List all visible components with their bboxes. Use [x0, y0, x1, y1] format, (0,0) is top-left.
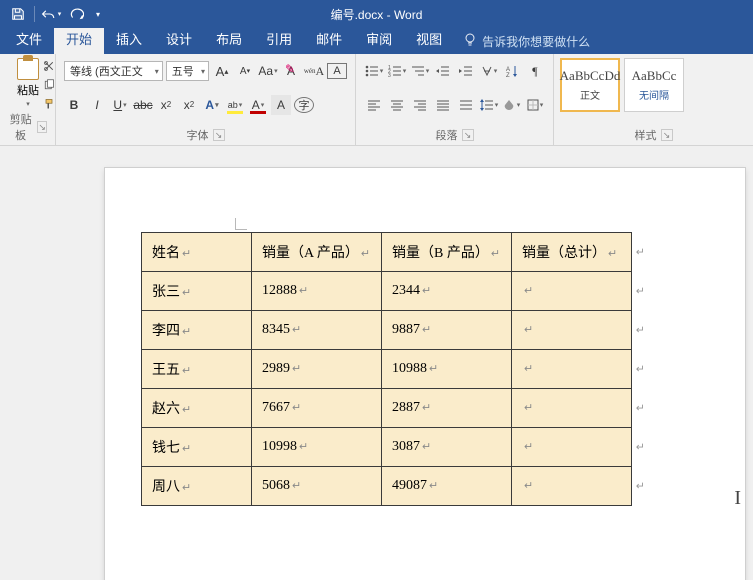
svg-text:3: 3: [388, 73, 391, 77]
align-center-button[interactable]: [387, 95, 407, 115]
strikethrough-button[interactable]: abc: [133, 95, 153, 115]
shrink-font-button[interactable]: A▾: [235, 61, 255, 81]
table-row[interactable]: 王五↵ 2989↵ 10988↵ ↵↵: [142, 350, 632, 389]
tab-insert[interactable]: 插入: [104, 24, 154, 54]
superscript-button[interactable]: x2: [179, 95, 199, 115]
group-label: 样式: [635, 127, 657, 143]
style-no-spacing[interactable]: AaBbCc 无间隔: [624, 58, 684, 112]
table-header-row[interactable]: 姓名↵ 销量（A 产品）↵ 销量（B 产品）↵ 销量（总计）↵↵: [142, 233, 632, 272]
document-table[interactable]: 姓名↵ 销量（A 产品）↵ 销量（B 产品）↵ 销量（总计）↵↵ 张三↵ 128…: [141, 232, 632, 506]
asian-layout-button[interactable]: ▾: [479, 61, 499, 81]
svg-text:Z: Z: [506, 73, 510, 77]
enclose-characters-button[interactable]: 字: [294, 97, 314, 113]
table-row[interactable]: 钱七↵ 10998↵ 3087↵ ↵↵: [142, 428, 632, 467]
table-row[interactable]: 赵六↵ 7667↵ 2887↵ ↵↵: [142, 389, 632, 428]
paste-label: 粘贴: [17, 82, 39, 98]
underline-button[interactable]: U▾: [110, 95, 130, 115]
window-title: 编号.docx - Word: [0, 6, 753, 23]
group-label: 字体: [187, 127, 209, 143]
document-workspace: 姓名↵ 销量（A 产品）↵ 销量（B 产品）↵ 销量（总计）↵↵ 张三↵ 128…: [0, 146, 753, 580]
margin-corner-icon: [235, 218, 247, 230]
multilevel-list-button[interactable]: ▾: [410, 61, 430, 81]
dialog-launcher-icon[interactable]: ↘: [462, 129, 474, 141]
shading-button[interactable]: ▾: [502, 95, 522, 115]
text-effects-button[interactable]: A▾: [202, 95, 222, 115]
tab-layout[interactable]: 布局: [204, 24, 254, 54]
ribbon-tabs: 文件 开始 插入 设计 布局 引用 邮件 审阅 视图 告诉我你想要做什么: [0, 28, 753, 54]
change-case-button[interactable]: Aa▾: [258, 61, 278, 81]
bold-button[interactable]: B: [64, 95, 84, 115]
style-gallery[interactable]: AaBbCcDd 正文 AaBbCc 无间隔: [560, 58, 747, 112]
table-row[interactable]: 张三↵ 12888↵ 2344↵ ↵↵: [142, 272, 632, 311]
dialog-launcher-icon[interactable]: ↘: [213, 129, 225, 141]
group-paragraph: ▾ 123▾ ▾ ▾ AZ ¶ ▾ ▾ ▾ 段落 ↘: [356, 54, 554, 145]
font-name-combo[interactable]: 等线 (西文正文▾: [64, 61, 163, 81]
bullets-button[interactable]: ▾: [364, 61, 384, 81]
ribbon: 粘贴 ▾ 剪贴板 ↘ 等线 (西文正文▾ 五号▾: [0, 54, 753, 146]
distributed-button[interactable]: [456, 95, 476, 115]
sort-button[interactable]: AZ: [502, 61, 522, 81]
group-font: 等线 (西文正文▾ 五号▾ A▴ A▾ Aa▾ A✎ wénA A B I U▾…: [56, 54, 356, 145]
align-left-button[interactable]: [364, 95, 384, 115]
quick-access-toolbar: ▾ ▾: [6, 3, 105, 25]
phonetic-guide-button[interactable]: wénA: [304, 61, 324, 81]
tab-review[interactable]: 审阅: [354, 24, 404, 54]
tab-file[interactable]: 文件: [4, 24, 54, 54]
show-marks-button[interactable]: ¶: [525, 61, 545, 81]
style-normal[interactable]: AaBbCcDd 正文: [560, 58, 620, 112]
dialog-launcher-icon[interactable]: ↘: [37, 121, 47, 133]
font-size-combo[interactable]: 五号▾: [166, 61, 209, 81]
save-button[interactable]: [6, 3, 30, 25]
font-color-button[interactable]: A▾: [248, 95, 268, 115]
tell-me-search[interactable]: 告诉我你想要做什么: [464, 33, 590, 54]
align-right-button[interactable]: [410, 95, 430, 115]
line-spacing-button[interactable]: ▾: [479, 95, 499, 115]
group-styles: AaBbCcDd 正文 AaBbCc 无间隔 样式 ↘: [554, 54, 753, 145]
text-cursor-icon: I: [734, 487, 741, 510]
dialog-launcher-icon[interactable]: ↘: [661, 129, 673, 141]
decrease-indent-button[interactable]: [433, 61, 453, 81]
italic-button[interactable]: I: [87, 95, 107, 115]
character-border-button[interactable]: A: [327, 63, 347, 79]
undo-button[interactable]: ▾: [39, 3, 63, 25]
numbering-button[interactable]: 123▾: [387, 61, 407, 81]
tab-mailings[interactable]: 邮件: [304, 24, 354, 54]
qat-customize-button[interactable]: ▾: [91, 3, 105, 25]
clipboard-icon: [17, 58, 39, 80]
increase-indent-button[interactable]: [456, 61, 476, 81]
character-shading-button[interactable]: A: [271, 95, 291, 115]
tab-home[interactable]: 开始: [54, 24, 104, 54]
tab-design[interactable]: 设计: [154, 24, 204, 54]
align-justify-button[interactable]: [433, 95, 453, 115]
subscript-button[interactable]: x2: [156, 95, 176, 115]
borders-button[interactable]: ▾: [525, 95, 545, 115]
lightbulb-icon: [464, 33, 476, 50]
tab-view[interactable]: 视图: [404, 24, 454, 54]
redo-button[interactable]: [65, 3, 89, 25]
group-label: 段落: [436, 127, 458, 143]
group-clipboard: 粘贴 ▾ 剪贴板 ↘: [0, 54, 56, 145]
tab-references[interactable]: 引用: [254, 24, 304, 54]
grow-font-button[interactable]: A▴: [212, 61, 232, 81]
tell-me-placeholder: 告诉我你想要做什么: [482, 33, 590, 50]
title-bar: ▾ ▾ 编号.docx - Word: [0, 0, 753, 28]
document-page[interactable]: 姓名↵ 销量（A 产品）↵ 销量（B 产品）↵ 销量（总计）↵↵ 张三↵ 128…: [105, 168, 745, 580]
clear-formatting-button[interactable]: A✎: [281, 61, 301, 81]
table-row[interactable]: 李四↵ 8345↵ 9887↵ ↵↵: [142, 311, 632, 350]
group-label: 剪贴板: [8, 111, 33, 143]
table-row[interactable]: 周八↵ 5068↵ 49087↵ ↵↵: [142, 467, 632, 506]
highlight-button[interactable]: ab▾: [225, 95, 245, 115]
